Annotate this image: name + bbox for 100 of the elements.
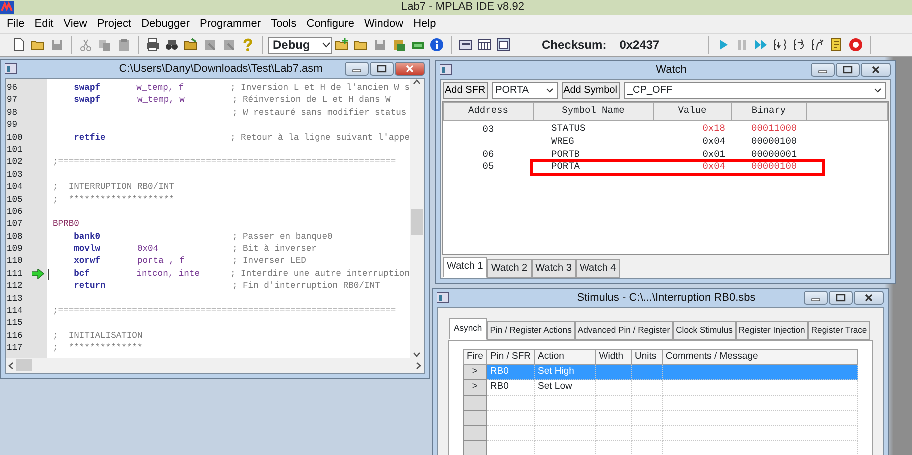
scrollbar-thumb[interactable] xyxy=(411,209,423,235)
maximize-icon[interactable] xyxy=(836,294,846,302)
close-button[interactable] xyxy=(861,63,891,77)
code-comment: ; INTERRUPTION RB0/INT xyxy=(53,181,174,194)
window-title: C:\Users\Dany\Downloads\Test\Lab7.asm xyxy=(119,62,323,77)
tab[interactable]: Watch 1 xyxy=(443,257,488,278)
line-number: 109 xyxy=(6,243,24,256)
build-config-dropdown[interactable]: Debug xyxy=(268,36,332,54)
column-header[interactable]: Fire xyxy=(464,349,487,365)
info-icon[interactable] xyxy=(428,36,446,54)
code-comment: ; Interdire une autre interruption xyxy=(230,268,410,280)
menu-item[interactable]: Debugger xyxy=(136,16,195,32)
menu-item[interactable]: Project xyxy=(92,16,137,32)
scroll-right-icon[interactable] xyxy=(416,362,422,370)
maximize-button[interactable] xyxy=(829,291,853,305)
maximize-button[interactable] xyxy=(370,62,394,76)
table-cell-text: 00000100 xyxy=(750,160,798,174)
printer-icon[interactable] xyxy=(144,36,162,54)
close-icon[interactable] xyxy=(864,294,874,302)
code-comment: ; Retour à la ligne suivant l'appe xyxy=(230,132,410,144)
menu-item[interactable]: Window xyxy=(359,16,409,32)
menu-item[interactable]: Help xyxy=(408,16,442,32)
scrollbar-thumb[interactable] xyxy=(16,359,32,371)
operand: w_temp, w xyxy=(137,94,186,107)
maximize-icon[interactable] xyxy=(377,65,387,73)
scroll-left-icon[interactable] xyxy=(8,362,14,370)
close-button[interactable] xyxy=(395,62,425,76)
line-number: 96 xyxy=(6,82,19,94)
app-icon xyxy=(0,1,14,14)
tab[interactable]: Register Trace xyxy=(808,321,870,340)
instruction: return xyxy=(74,280,107,293)
table-row[interactable]: > RB0 Set Low xyxy=(464,380,858,396)
column-header[interactable]: Pin / SFR xyxy=(486,349,535,365)
line-number: 116 xyxy=(6,330,24,342)
code-comment: ; ************** xyxy=(53,342,143,355)
add-sfr-button[interactable]: Add SFR xyxy=(443,82,488,99)
window-title: Watch xyxy=(656,62,687,78)
table-cell-text: 00000100 xyxy=(750,136,798,148)
menu-item[interactable]: Edit xyxy=(30,16,59,32)
scroll-up-icon[interactable] xyxy=(413,79,421,85)
table-cell: 00011000 xyxy=(732,120,806,136)
fire-button[interactable]: > xyxy=(464,380,487,396)
menu-item[interactable]: View xyxy=(58,16,92,32)
tab[interactable]: Clock Stimulus xyxy=(673,321,736,340)
tab[interactable]: Pin / Register Actions xyxy=(487,321,575,340)
menu-item[interactable]: Programmer xyxy=(194,16,266,32)
tab[interactable]: Asynch xyxy=(449,318,488,340)
tab[interactable]: Watch 4 xyxy=(576,259,620,278)
instruction: xorwf xyxy=(74,255,102,268)
line-number: 113 xyxy=(6,292,24,306)
table-cell: 03 xyxy=(444,120,534,136)
column-header[interactable]: Action xyxy=(534,349,596,365)
menu-item[interactable]: Configure xyxy=(302,16,360,32)
add-symbol-button[interactable]: Add Symbol xyxy=(562,82,620,99)
table-cell-text: 0x04 xyxy=(702,136,726,148)
table-row[interactable]: > RB0 Set High xyxy=(464,364,858,380)
line-number: 98 xyxy=(6,106,19,120)
column-header[interactable]: Value xyxy=(654,102,732,120)
minimize-button[interactable] xyxy=(804,291,828,305)
close-icon[interactable] xyxy=(871,66,881,74)
window-title: Stimulus - C:\...\Interruption RB0.sbs xyxy=(577,290,756,306)
row-header xyxy=(464,410,487,426)
line-number: 112 xyxy=(6,280,24,293)
code-comment: ;================================================================ xyxy=(53,305,396,318)
scroll-down-icon[interactable] xyxy=(413,352,421,358)
table-cell: STATUS xyxy=(534,120,654,136)
menu-item[interactable]: File xyxy=(2,16,30,32)
column-header[interactable]: Width xyxy=(596,349,632,365)
code-comment: ;================================================================ xyxy=(53,156,396,169)
symbol-dropdown[interactable]: _CP_OFF xyxy=(624,82,886,99)
maximize-icon[interactable] xyxy=(843,66,853,74)
close-button[interactable] xyxy=(854,291,884,305)
text-cursor xyxy=(48,268,49,280)
sfr-dropdown[interactable]: PORTA xyxy=(492,82,558,99)
column-header[interactable]: Address xyxy=(444,102,534,120)
instruction: bcf xyxy=(74,268,91,280)
column-header[interactable]: Comments / Message xyxy=(662,349,858,365)
row-header xyxy=(464,395,487,410)
minimize-button[interactable] xyxy=(811,63,835,77)
instruction: swapf xyxy=(74,94,102,107)
breakpoint-icon[interactable] xyxy=(846,36,865,54)
vertical-scrollbar[interactable] xyxy=(410,79,424,358)
code-comment: ; W restauré sans modifier status xyxy=(232,106,407,120)
minimize-button[interactable] xyxy=(345,62,369,76)
tab[interactable]: Register Injection xyxy=(736,321,808,340)
menu-item[interactable]: Tools xyxy=(266,16,302,32)
tab[interactable]: Watch 2 xyxy=(487,259,532,278)
column-header[interactable]: Binary xyxy=(732,102,806,120)
maximize-button[interactable] xyxy=(836,63,860,77)
tab[interactable]: Advanced Pin / Register xyxy=(574,321,674,340)
column-header[interactable]: Units xyxy=(632,349,662,365)
code-comment: ; ******************** xyxy=(53,194,174,206)
window-icon xyxy=(437,292,449,304)
column-header[interactable]: Symbol Name xyxy=(534,102,654,120)
window-icon xyxy=(440,64,452,76)
horizontal-scrollbar[interactable] xyxy=(6,358,424,373)
tab[interactable]: Watch 3 xyxy=(532,259,576,278)
window-icon[interactable] xyxy=(495,36,513,54)
table-cell-text: 00000001 xyxy=(750,148,798,161)
fire-button[interactable]: > xyxy=(464,364,487,380)
